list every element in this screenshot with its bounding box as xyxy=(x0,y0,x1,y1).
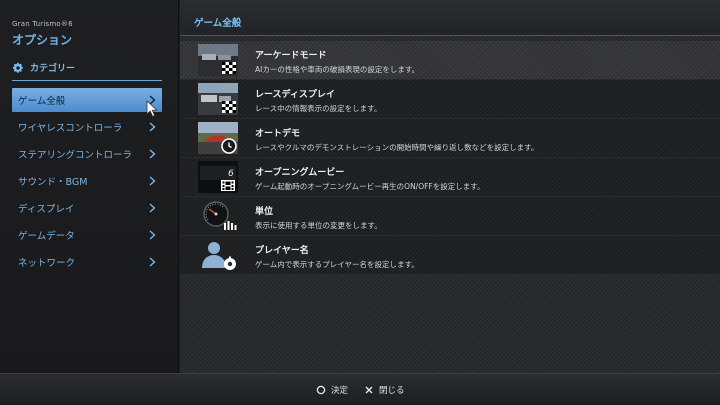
sidebar-item-label: ワイヤレスコントローラ xyxy=(18,123,123,134)
page-title: オプション xyxy=(12,33,73,47)
auto-demo-thumbnail-icon xyxy=(198,122,238,154)
chevron-right-icon xyxy=(149,122,156,132)
row-description: 表示に使用する単位の変更をします。 xyxy=(255,221,382,230)
row-title: オープニングムービー xyxy=(255,168,345,178)
sidebar-item-display[interactable]: ディスプレイ xyxy=(12,196,162,220)
confirm-hint[interactable]: 決定 xyxy=(316,384,348,396)
sidebar-item-label: ステアリングコントローラ xyxy=(18,150,133,161)
cross-button-icon xyxy=(365,386,373,394)
settings-list: アーケードモード AIカーの性格や車両の破損表現の設定をします。 レースディスプ… xyxy=(180,41,720,275)
row-description: AIカーの性格や車両の破損表現の設定をします。 xyxy=(255,65,420,74)
category-divider xyxy=(12,80,162,81)
sidebar-item-label: ディスプレイ xyxy=(18,204,75,215)
svg-text:6: 6 xyxy=(228,169,234,179)
category-menu: ゲーム全般 ワイヤレスコントローラ ステアリングコントローラ サウンド・BGM … xyxy=(12,88,162,277)
opening-movie-thumbnail-icon: 6 xyxy=(198,161,238,193)
settings-row-opening-movie[interactable]: 6 オープニングムービー ゲーム起動時のオープニングムービー再生のON/OFFを… xyxy=(180,158,720,196)
arcade-thumbnail-icon xyxy=(198,44,238,76)
pointer-cursor-icon xyxy=(146,100,158,117)
sidebar-item-label: ゲームデータ xyxy=(18,231,75,242)
row-title: プレイヤー名 xyxy=(255,246,309,256)
chevron-right-icon xyxy=(149,230,156,240)
category-label: カテゴリー xyxy=(30,64,76,74)
close-hint[interactable]: 閉じる xyxy=(364,384,405,396)
settings-row-player-name[interactable]: プレイヤー名 ゲーム内で表示するプレイヤー名を設定します。 xyxy=(180,236,720,274)
settings-panel: アーケードモード AIカーの性格や車両の破損表現の設定をします。 レースディスプ… xyxy=(180,36,720,373)
footer-hints: 決定 閉じる xyxy=(0,373,720,405)
section-title: ゲーム全般 xyxy=(194,18,242,29)
sidebar-item-label: ゲーム全般 xyxy=(18,96,66,107)
chevron-right-icon xyxy=(149,176,156,186)
sidebar-item-game-data[interactable]: ゲームデータ xyxy=(12,223,162,247)
category-header: カテゴリー xyxy=(12,61,75,74)
circle-button-icon xyxy=(316,385,326,395)
player-name-thumbnail-icon xyxy=(202,242,236,270)
chevron-right-icon xyxy=(149,257,156,267)
row-title: レースディスプレイ xyxy=(255,90,335,100)
settings-row-arcade-mode[interactable]: アーケードモード AIカーの性格や車両の破損表現の設定をします。 xyxy=(180,41,720,79)
row-title: 単位 xyxy=(255,207,274,217)
section-header: ゲーム全般 xyxy=(180,0,720,36)
sidebar-item-wireless-controller[interactable]: ワイヤレスコントローラ xyxy=(12,115,162,139)
chevron-right-icon xyxy=(149,149,156,159)
sidebar-item-label: サウンド・BGM xyxy=(18,177,88,188)
row-description: ゲーム内で表示するプレイヤー名を設定します。 xyxy=(255,260,419,269)
chevron-right-icon xyxy=(149,203,156,213)
close-label: 閉じる xyxy=(379,386,405,396)
sidebar: Gran Turismo®6 オプション カテゴリー ゲーム全般 ワイヤレスコン… xyxy=(0,0,179,373)
row-description: レース中の情報表示の設定をします。 xyxy=(255,104,382,113)
units-gauge-thumbnail-icon xyxy=(203,201,237,230)
settings-row-units[interactable]: 単位 表示に使用する単位の変更をします。 xyxy=(180,197,720,235)
settings-row-race-display[interactable]: レースディスプレイ レース中の情報表示の設定をします。 xyxy=(180,80,720,118)
row-title: オートデモ xyxy=(255,129,301,139)
row-title: アーケードモード xyxy=(255,51,327,61)
gear-icon xyxy=(12,62,23,73)
settings-row-auto-demo[interactable]: オートデモ レースやクルマのデモンストレーションの開始時間や繰り返し数などを設定… xyxy=(180,119,720,157)
sidebar-item-label: ネットワーク xyxy=(18,258,76,269)
row-description: ゲーム起動時のオープニングムービー再生のON/OFFを設定します。 xyxy=(255,182,485,191)
sidebar-item-general[interactable]: ゲーム全般 xyxy=(12,88,162,112)
brand-label: Gran Turismo®6 xyxy=(12,20,73,28)
row-description: レースやクルマのデモンストレーションの開始時間や繰り返し数などを設定します。 xyxy=(255,143,539,152)
race-display-thumbnail-icon xyxy=(198,83,238,115)
confirm-label: 決定 xyxy=(331,386,349,396)
sidebar-item-network[interactable]: ネットワーク xyxy=(12,250,162,274)
sidebar-item-sound-bgm[interactable]: サウンド・BGM xyxy=(12,169,162,193)
sidebar-item-steering-controller[interactable]: ステアリングコントローラ xyxy=(12,142,162,166)
